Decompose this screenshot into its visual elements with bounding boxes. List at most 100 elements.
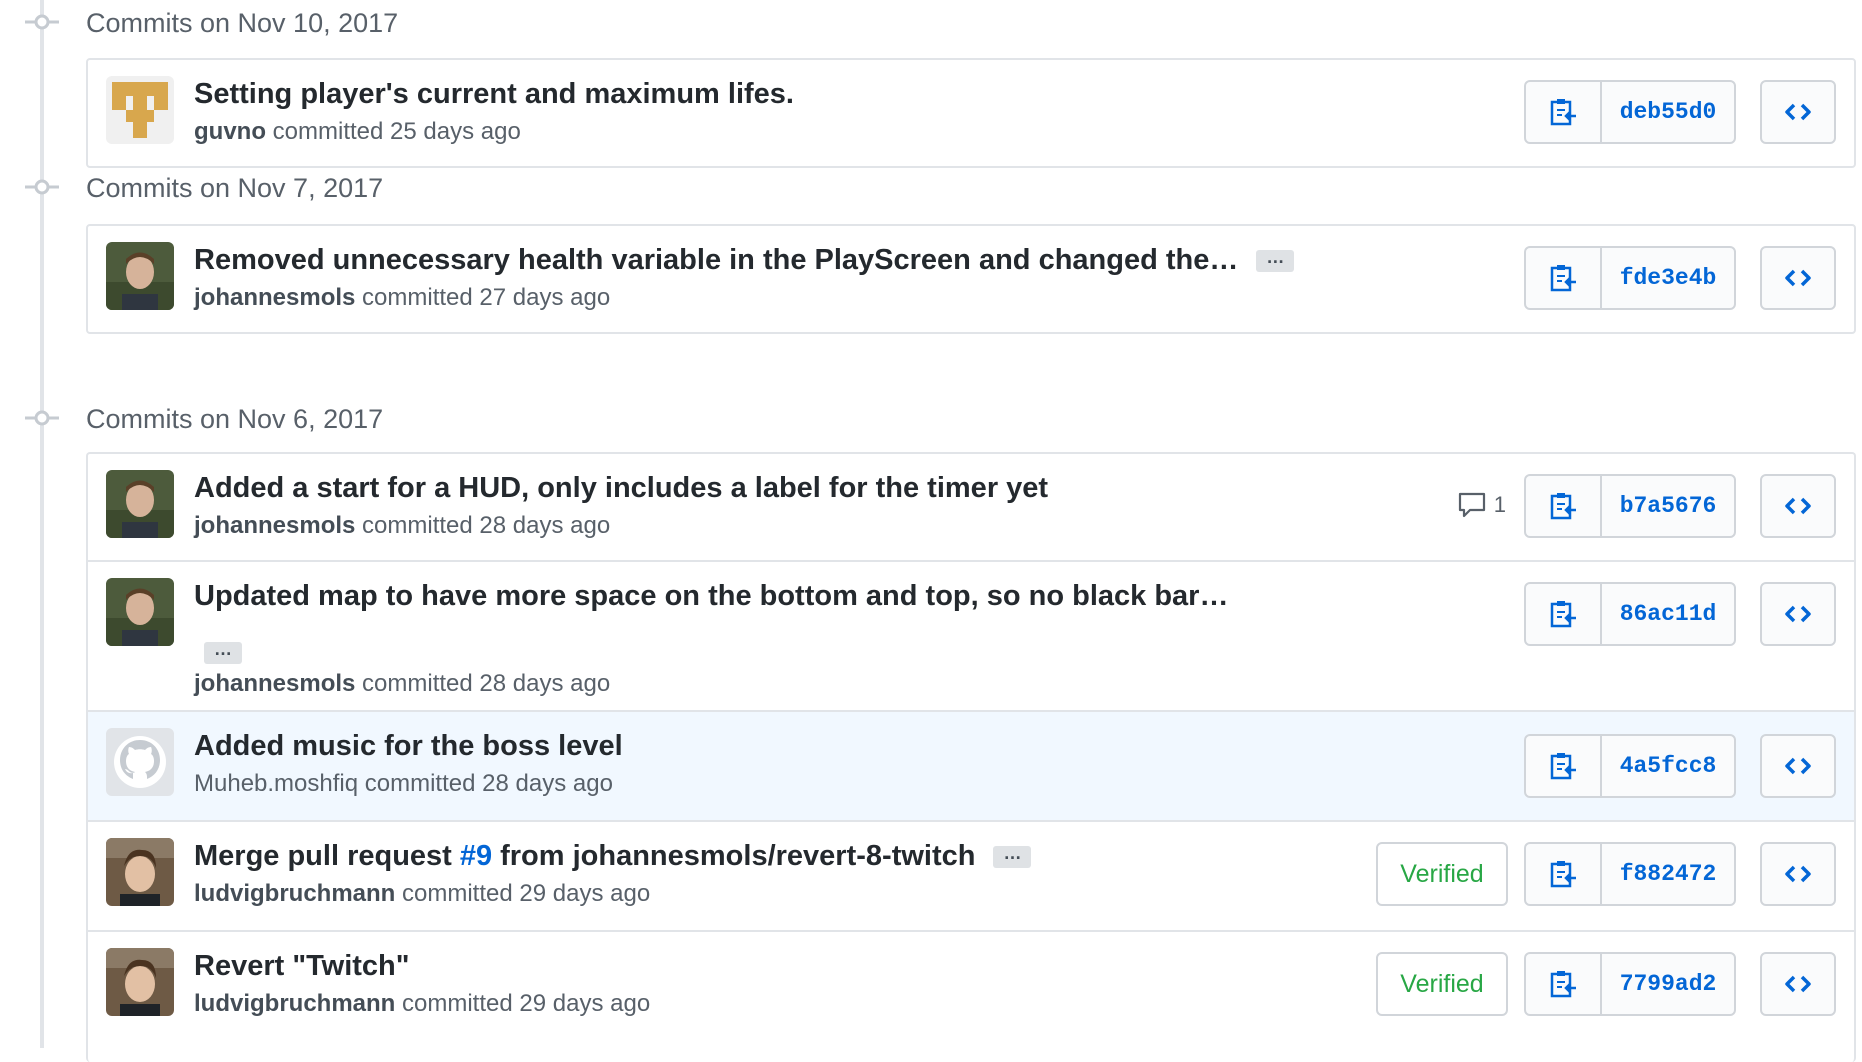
group-date-title: Commits on Nov 7, 2017 bbox=[86, 173, 384, 203]
sha-link[interactable]: 86ac11d bbox=[1602, 584, 1734, 644]
expand-message-button[interactable]: … bbox=[1256, 248, 1295, 272]
browse-repo-button[interactable] bbox=[1760, 80, 1836, 144]
sha-link[interactable]: b7a5676 bbox=[1602, 476, 1734, 536]
timeline-line bbox=[40, 0, 44, 1048]
sha-button-group: deb55d0 bbox=[1524, 80, 1736, 144]
commit-meta: johannesmols committed 28 days ago bbox=[194, 670, 611, 697]
commit-time: 25 days ago bbox=[390, 118, 521, 145]
commit-meta: johannesmols committed 27 days ago bbox=[194, 284, 611, 311]
commit-row: Added music for the boss level Muheb.mos… bbox=[88, 710, 1854, 820]
commit-row: Updated map to have more space on the bo… bbox=[88, 560, 1854, 710]
avatar[interactable] bbox=[106, 728, 174, 796]
avatar[interactable] bbox=[106, 838, 174, 906]
commit-meta: ludvigbruchmann committed 29 days ago bbox=[194, 990, 651, 1017]
sha-button-group: fde3e4b bbox=[1524, 246, 1736, 310]
commit-list: Added a start for a HUD, only includes a… bbox=[86, 452, 1856, 1062]
verified-badge[interactable]: Verified bbox=[1376, 842, 1508, 906]
commit-time: 29 days ago bbox=[519, 990, 651, 1017]
clipboard-icon bbox=[1550, 265, 1576, 292]
sha-button-group: f882472 bbox=[1524, 842, 1736, 906]
commit-list: Setting player's current and maximum lif… bbox=[86, 58, 1856, 168]
commit-row: Revert "Twitch" ludvigbruchmann committe… bbox=[88, 930, 1854, 1040]
commit-list: Removed unnecessary health variable in t… bbox=[86, 224, 1856, 334]
code-icon bbox=[1785, 605, 1811, 623]
copy-sha-button[interactable] bbox=[1526, 954, 1602, 1014]
sha-link[interactable]: f882472 bbox=[1602, 844, 1734, 904]
commit-author[interactable]: johannesmols bbox=[194, 670, 355, 697]
code-icon bbox=[1785, 269, 1811, 287]
group-date-title: Commits on Nov 10, 2017 bbox=[86, 8, 399, 38]
copy-sha-button[interactable] bbox=[1526, 736, 1602, 796]
clipboard-icon bbox=[1550, 601, 1576, 628]
commit-meta: ludvigbruchmann committed 29 days ago bbox=[194, 880, 651, 907]
commit-meta: guvno committed 25 days ago bbox=[194, 118, 521, 145]
sha-button-group: 86ac11d bbox=[1524, 582, 1736, 646]
avatar[interactable] bbox=[106, 948, 174, 1016]
copy-sha-button[interactable] bbox=[1526, 584, 1602, 644]
commit-author[interactable]: guvno bbox=[194, 118, 266, 145]
avatar[interactable] bbox=[106, 470, 174, 538]
commit-author[interactable]: johannesmols bbox=[194, 512, 355, 539]
sha-button-group: 7799ad2 bbox=[1524, 952, 1736, 1016]
commit-title[interactable]: Added a start for a HUD, only includes a… bbox=[194, 472, 1048, 505]
clipboard-icon bbox=[1550, 861, 1576, 888]
group-date-title: Commits on Nov 6, 2017 bbox=[86, 404, 384, 434]
browse-repo-button[interactable] bbox=[1760, 734, 1836, 798]
commit-time: 29 days ago bbox=[519, 880, 651, 907]
sha-button-group: 4a5fcc8 bbox=[1524, 734, 1736, 798]
copy-sha-button[interactable] bbox=[1526, 476, 1602, 536]
sha-link[interactable]: deb55d0 bbox=[1602, 82, 1734, 142]
comment-count-link[interactable]: 1 bbox=[1458, 492, 1506, 518]
commit-time: 28 days ago bbox=[479, 670, 611, 697]
commit-time: 27 days ago bbox=[479, 284, 611, 311]
avatar[interactable] bbox=[106, 242, 174, 310]
commit-row: Merge pull request #9 from johannesmols/re… bbox=[88, 820, 1854, 930]
browse-repo-button[interactable] bbox=[1760, 952, 1836, 1016]
sha-link[interactable]: 7799ad2 bbox=[1602, 954, 1734, 1014]
commit-row: Removed unnecessary health variable in t… bbox=[88, 226, 1854, 332]
commit-title[interactable]: Updated map to have more space on the bo… bbox=[194, 580, 1228, 613]
browse-repo-button[interactable] bbox=[1760, 246, 1836, 310]
sha-link[interactable]: 4a5fcc8 bbox=[1602, 736, 1734, 796]
browse-repo-button[interactable] bbox=[1760, 842, 1836, 906]
pull-request-link[interactable]: #9 bbox=[460, 840, 492, 873]
clipboard-icon bbox=[1550, 493, 1576, 520]
commit-title[interactable]: Revert "Twitch" bbox=[194, 950, 410, 983]
code-icon bbox=[1785, 865, 1811, 883]
browse-repo-button[interactable] bbox=[1760, 582, 1836, 646]
commit-author: Muheb.moshfiq bbox=[194, 770, 359, 797]
commit-meta: Muheb.moshfiq committed 28 days ago bbox=[194, 770, 613, 797]
expand-message-button[interactable]: … bbox=[993, 844, 1032, 868]
comment-count: 1 bbox=[1493, 492, 1506, 517]
commit-title[interactable]: Merge pull request #9 from johannesmols/re… bbox=[194, 840, 1032, 873]
commit-row: Setting player's current and maximum lif… bbox=[88, 60, 1854, 166]
sha-button-group: b7a5676 bbox=[1524, 474, 1736, 538]
git-commit-icon bbox=[25, 179, 59, 195]
commit-time: 28 days ago bbox=[479, 512, 611, 539]
sha-link[interactable]: fde3e4b bbox=[1602, 248, 1734, 308]
git-commit-icon bbox=[25, 410, 59, 426]
copy-sha-button[interactable] bbox=[1526, 248, 1602, 308]
copy-sha-button[interactable] bbox=[1526, 844, 1602, 904]
git-commit-icon bbox=[25, 14, 59, 30]
code-icon bbox=[1785, 757, 1811, 775]
avatar[interactable] bbox=[106, 578, 174, 646]
commit-author[interactable]: ludvigbruchmann bbox=[194, 990, 395, 1017]
commit-author[interactable]: ludvigbruchmann bbox=[194, 880, 395, 907]
expand-message-button[interactable]: … bbox=[204, 640, 242, 664]
avatar[interactable] bbox=[106, 76, 174, 144]
code-icon bbox=[1785, 497, 1811, 515]
clipboard-icon bbox=[1550, 753, 1576, 780]
commit-title[interactable]: Added music for the boss level bbox=[194, 730, 623, 763]
code-icon bbox=[1785, 975, 1811, 993]
clipboard-icon bbox=[1550, 99, 1576, 126]
commit-title[interactable]: Removed unnecessary health variable in t… bbox=[194, 244, 1295, 277]
commit-title[interactable]: Setting player's current and maximum lif… bbox=[194, 78, 794, 111]
copy-sha-button[interactable] bbox=[1526, 82, 1602, 142]
code-icon bbox=[1785, 103, 1811, 121]
commit-meta: johannesmols committed 28 days ago bbox=[194, 512, 611, 539]
commit-row: Added a start for a HUD, only includes a… bbox=[88, 454, 1854, 560]
browse-repo-button[interactable] bbox=[1760, 474, 1836, 538]
verified-badge[interactable]: Verified bbox=[1376, 952, 1508, 1016]
commit-author[interactable]: johannesmols bbox=[194, 284, 355, 311]
